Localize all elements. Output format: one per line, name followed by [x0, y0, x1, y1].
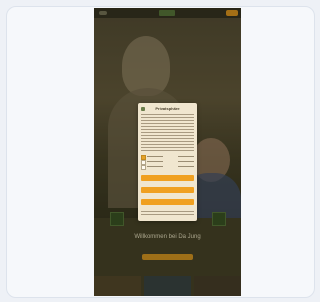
consent-option-necessary[interactable] — [141, 155, 194, 160]
reject-button[interactable] — [141, 199, 194, 205]
accept-selection-button[interactable] — [141, 187, 194, 193]
option-detail — [178, 166, 194, 167]
consent-option-statistics[interactable] — [141, 160, 194, 165]
option-label — [147, 161, 163, 162]
phone-screenshot: Willkommen bei Da Jung Privatsphäre — [94, 8, 241, 296]
preview-card: Willkommen bei Da Jung Privatsphäre — [6, 6, 315, 298]
option-detail — [178, 156, 194, 157]
option-label — [147, 166, 163, 167]
option-detail — [178, 161, 194, 162]
checkbox[interactable] — [141, 165, 146, 170]
consent-option-marketing[interactable] — [141, 165, 194, 170]
dialog-title: Privatsphäre — [155, 106, 180, 111]
option-label — [147, 156, 163, 157]
dialog-footer-links[interactable] — [141, 211, 194, 217]
accept-all-button[interactable] — [141, 175, 194, 181]
dialog-body-text — [141, 114, 194, 151]
cookie-consent-dialog: Privatsphäre — [138, 103, 197, 221]
